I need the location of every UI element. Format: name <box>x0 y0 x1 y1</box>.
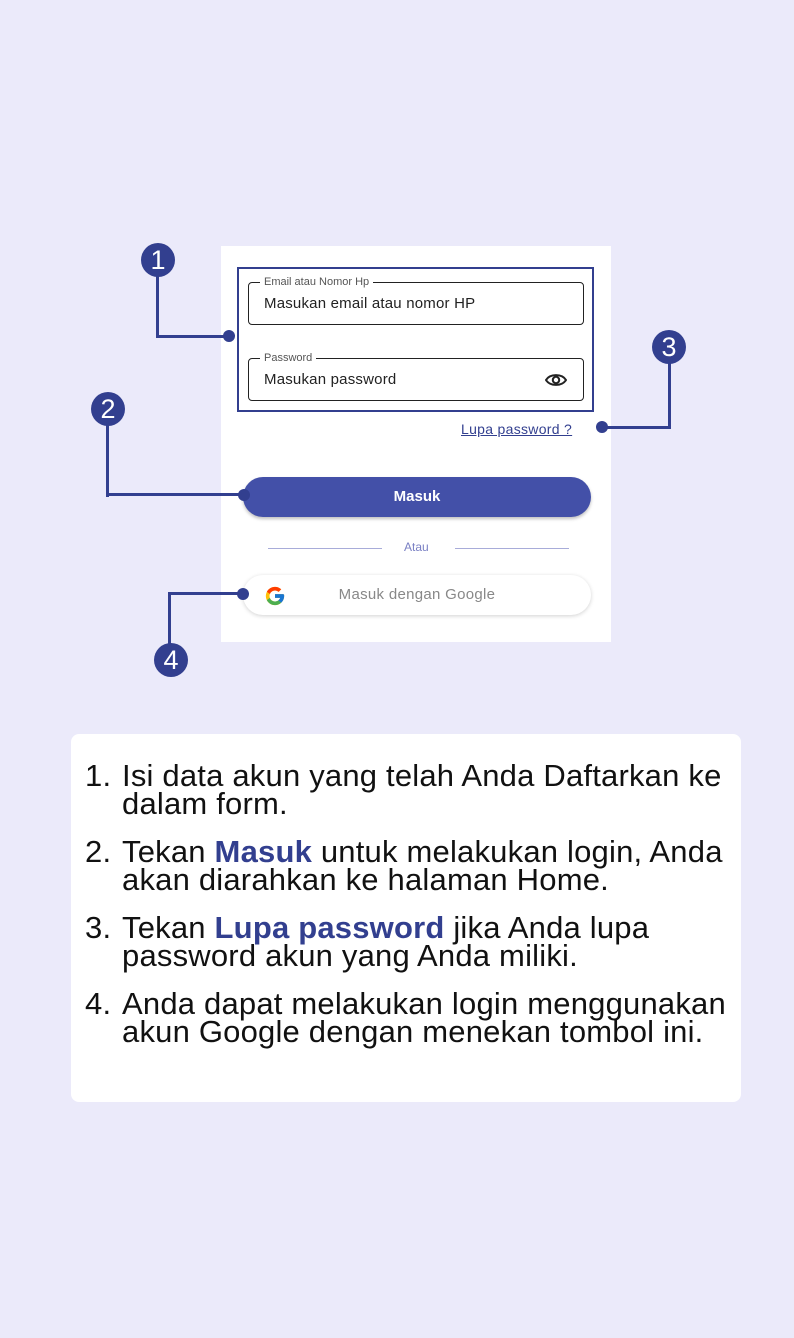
callout-badge-4: 4 <box>154 643 188 677</box>
step-number: 1. <box>85 758 112 793</box>
password-field[interactable]: Password Masukan password <box>248 352 584 401</box>
step-number: 3. <box>85 910 112 945</box>
divider-line-left <box>268 548 382 549</box>
callout-badge-1: 1 <box>141 243 175 277</box>
callout-badge-2: 2 <box>91 392 125 426</box>
password-field-value: Masukan password <box>264 371 397 388</box>
login-button[interactable]: Masuk <box>243 477 591 517</box>
callout-2-line-vertical <box>106 424 109 497</box>
instructions-panel: 1. Isi data akun yang telah Anda Daftark… <box>71 734 741 1102</box>
email-field-legend: Email atau Nomor Hp <box>260 276 374 288</box>
step-text: Isi data akun yang telah Anda Daftarkan … <box>122 760 732 819</box>
step-text: Anda dapat melakukan login menggunakan a… <box>122 988 732 1047</box>
callout-4-line-vertical <box>168 592 171 646</box>
page: { "form": { "email_legend": "Email atau … <box>0 0 794 1338</box>
callout-badge-3: 3 <box>652 330 686 364</box>
email-field-value: Masukan email atau nomor HP <box>264 295 476 312</box>
callout-4-dot <box>237 588 249 600</box>
step-number: 4. <box>85 986 112 1021</box>
password-field-legend: Password <box>260 352 317 364</box>
callout-4-line-horizontal <box>168 592 242 595</box>
divider-line-right <box>455 548 569 549</box>
eye-icon[interactable] <box>545 371 567 389</box>
callout-1-dot <box>223 330 235 342</box>
forgot-password-link[interactable]: Lupa password ? <box>461 421 572 437</box>
divider-label: Atau <box>404 540 429 554</box>
step-text: Tekan Masuk untuk melakukan login, Anda … <box>122 836 732 895</box>
google-login-label: Masuk dengan Google <box>338 586 496 603</box>
callout-2-line-horizontal <box>106 493 244 496</box>
step-text-part: Isi data akun yang telah Anda Daftarkan … <box>122 758 722 821</box>
callout-3-line-vertical <box>668 363 671 429</box>
callout-3-line-horizontal <box>603 426 671 429</box>
step-number: 2. <box>85 834 112 869</box>
email-field[interactable]: Email atau Nomor Hp Masukan email atau n… <box>248 276 584 325</box>
callout-3-dot <box>596 421 608 433</box>
callout-1-line-vertical <box>156 276 159 338</box>
callout-2-dot <box>238 489 250 501</box>
step-text: Tekan Lupa password jika Anda lupa passw… <box>122 912 732 971</box>
step-text-part: Anda dapat melakukan login menggunakan a… <box>122 986 726 1049</box>
google-login-button[interactable]: Masuk dengan Google <box>243 575 591 615</box>
callout-1-line-horizontal <box>156 335 229 338</box>
